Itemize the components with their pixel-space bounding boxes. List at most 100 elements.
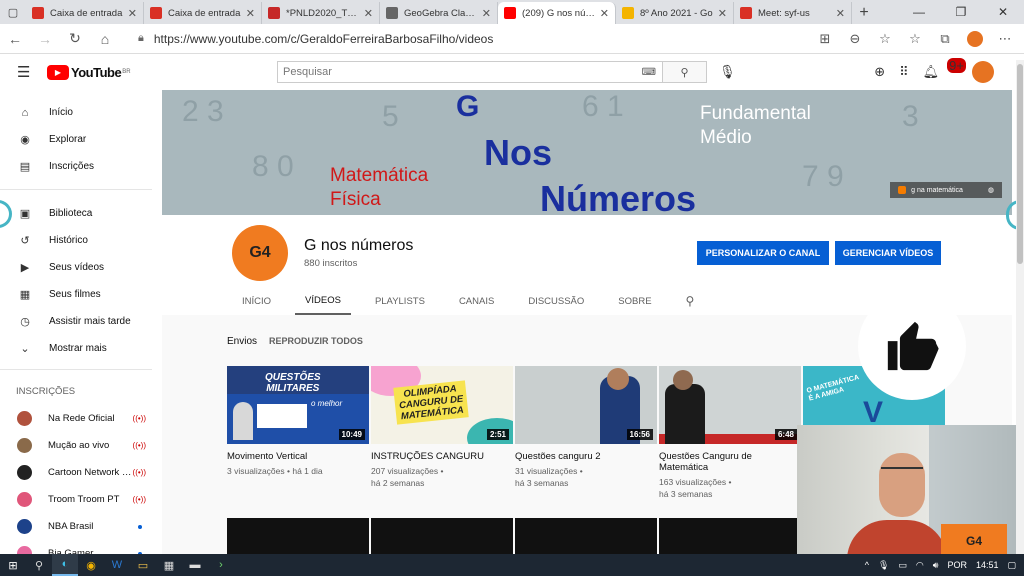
tray-notification-icon[interactable]: ▢ [1007,560,1016,571]
subscription-item[interactable]: Troom Troom PT ((•)) [0,486,152,513]
favorite-star-icon[interactable]: ☆ [870,31,900,47]
subscription-item[interactable]: Cartoon Network B... ((•)) [0,459,152,486]
browser-tab[interactable]: Caixa de entrada ✕ [26,2,144,24]
browser-tab[interactable]: (209) G nos núme ✕ [498,2,616,24]
search-button[interactable]: ⚲ [662,62,706,82]
tray-clock[interactable]: 14:51 [976,560,999,570]
video-card[interactable]: 6:48 Questões Canguru de Matemática 163 … [659,366,801,500]
zoom-icon[interactable]: ⊖ [840,31,870,47]
channel-tab[interactable]: VÍDEOS [295,287,351,315]
terminal-taskbar-icon[interactable]: › [208,554,234,576]
calculator-taskbar-icon[interactable]: ▦ [156,554,182,576]
channel-tab[interactable]: CANAIS [459,287,494,315]
video-thumbnail[interactable]: 6:48 [659,366,801,444]
tray-language[interactable]: POR [947,560,967,570]
play-all-button[interactable]: REPRODUZIR TODOS [269,336,363,346]
sidebar-item[interactable]: ◉ Explorar [0,126,152,153]
back-icon[interactable]: ← [0,24,30,54]
sidebar-item[interactable]: ▦ Seus filmes [0,281,152,308]
video-thumbnail[interactable]: OLIMPÍADA CANGURU DE MATEMÁTICA 2:51 [371,366,513,444]
browser-tab[interactable]: Meet: syf-us ✕ [734,2,852,24]
tab-actions-icon[interactable]: ▢ [0,0,26,24]
sidebar-item[interactable]: ▣ Biblioteca [0,200,152,227]
channel-tab[interactable]: SOBRE [618,287,651,315]
create-video-icon[interactable]: ⊕ [874,64,885,80]
tab-close-icon[interactable]: ✕ [836,7,845,20]
word-taskbar-icon[interactable]: W [104,554,130,576]
sidebar-item[interactable]: ▤ Inscrições [0,153,152,180]
address-bar[interactable]: 🔒︎ https://www.youtube.com/c/GeraldoFerr… [128,27,778,50]
start-icon[interactable]: ⊞ [0,554,26,576]
apps-grid-icon[interactable]: ⠿ [899,64,909,80]
subscription-item[interactable]: Na Rede Oficial ((•)) [0,405,152,432]
sidebar-item[interactable]: ⌄ Mostrar mais [0,335,152,362]
account-avatar[interactable] [972,61,994,83]
sidebar-item[interactable]: ◷ Assistir mais tarde [0,308,152,335]
subscription-item[interactable]: Bia Gamer [0,540,152,554]
sidebar-item[interactable]: ⌂ Início [0,99,152,126]
minimize-icon[interactable]: — [898,0,940,24]
browser-tab[interactable]: 8º Ano 2021 - Go ✕ [616,2,734,24]
search-taskbar-icon[interactable]: ⚲ [26,554,52,576]
video-thumbnail[interactable] [515,518,657,554]
video-title[interactable]: INSTRUÇÕES CANGURU [371,451,513,462]
tray-chevron-icon[interactable]: ^ [865,560,869,570]
video-thumbnail[interactable]: 16:56 [515,366,657,444]
tray-volume-icon[interactable]: 🔊︎ [933,560,939,571]
reload-icon[interactable]: ↻ [60,24,90,54]
page-scrollbar[interactable] [1016,60,1024,554]
new-tab-button[interactable]: + [852,2,876,24]
channel-tab[interactable]: INÍCIO [242,287,271,315]
youtube-logo[interactable]: ▶ YouTube BR [47,64,131,80]
subscription-item[interactable]: Mução ao vivo ((•)) [0,432,152,459]
collections-icon[interactable]: ⧉ [930,31,960,47]
scrollbar-thumb[interactable] [1017,64,1023,264]
tab-close-icon[interactable]: ✕ [718,7,727,20]
chrome-taskbar-icon[interactable]: ◉ [78,554,104,576]
home-browser-icon[interactable]: ⌂ [90,24,120,54]
explorer-taskbar-icon[interactable]: ▭ [130,554,156,576]
tab-close-icon[interactable]: ✕ [600,7,609,20]
apps-icon[interactable]: ⊞ [810,31,840,47]
browser-tab[interactable]: *PNLD2020_TELA ✕ [262,2,380,24]
video-thumbnail[interactable] [371,518,513,554]
tray-wifi-icon[interactable]: ◠ [916,560,924,571]
channel-search-icon[interactable]: ⚲ [686,287,695,315]
video-title[interactable]: Questões canguru 2 [515,451,657,462]
sidebar-item[interactable]: ↺ Histórico [0,227,152,254]
tray-network-icon[interactable]: ▭ [898,560,907,571]
app-taskbar-icon[interactable]: ▬ [182,554,208,576]
tray-mic-icon[interactable]: 🎙︎ [878,560,889,571]
mic-icon[interactable]: 🎙︎ [719,64,736,80]
video-title[interactable]: Questões Canguru de Matemática [659,451,801,473]
tab-close-icon[interactable]: ✕ [482,7,491,20]
tab-close-icon[interactable]: ✕ [128,7,137,20]
banner-link[interactable]: g na matemática ◍ [890,182,1002,198]
channel-tab[interactable]: DISCUSSÃO [528,287,584,315]
subscription-item[interactable]: NBA Brasil [0,513,152,540]
maximize-icon[interactable]: ❐ [940,0,982,24]
sidebar-item[interactable]: ▶ Seus vídeos [0,254,152,281]
video-card[interactable]: OLIMPÍADA CANGURU DE MATEMÁTICA 2:51 INS… [371,366,513,489]
edge-taskbar-icon[interactable]: ◐ [52,554,78,576]
forward-icon[interactable]: → [30,24,60,54]
video-thumbnail[interactable]: QUESTÕES MILITARES o melhor 10:49 [227,366,369,444]
profile-icon[interactable] [960,30,990,47]
video-title[interactable]: Movimento Vertical [227,451,369,462]
lock-icon[interactable]: 🔒︎ [138,32,144,45]
video-card[interactable]: 16:56 Questões canguru 2 31 visualizaçõe… [515,366,657,489]
tab-close-icon[interactable]: ✕ [364,7,373,20]
video-card[interactable]: QUESTÕES MILITARES o melhor 10:49 Movime… [227,366,369,477]
menu-icon[interactable]: ☰ [17,63,35,81]
channel-tab[interactable]: PLAYLISTS [375,287,425,315]
more-icon[interactable]: ⋯ [990,31,1020,47]
search-input[interactable]: Pesquisar ⌨ [278,62,662,82]
tab-close-icon[interactable]: ✕ [246,7,255,20]
keyboard-icon[interactable]: ⌨ [642,67,656,78]
video-thumbnail[interactable] [227,518,369,554]
favorites-icon[interactable]: ☆ [900,31,930,47]
manage-videos-button[interactable]: GERENCIAR VÍDEOS [835,241,941,265]
bell-icon[interactable]: 🔔︎ 9+ [923,58,966,80]
browser-tab[interactable]: Caixa de entrada ✕ [144,2,262,24]
channel-avatar[interactable]: G4 [232,225,288,281]
